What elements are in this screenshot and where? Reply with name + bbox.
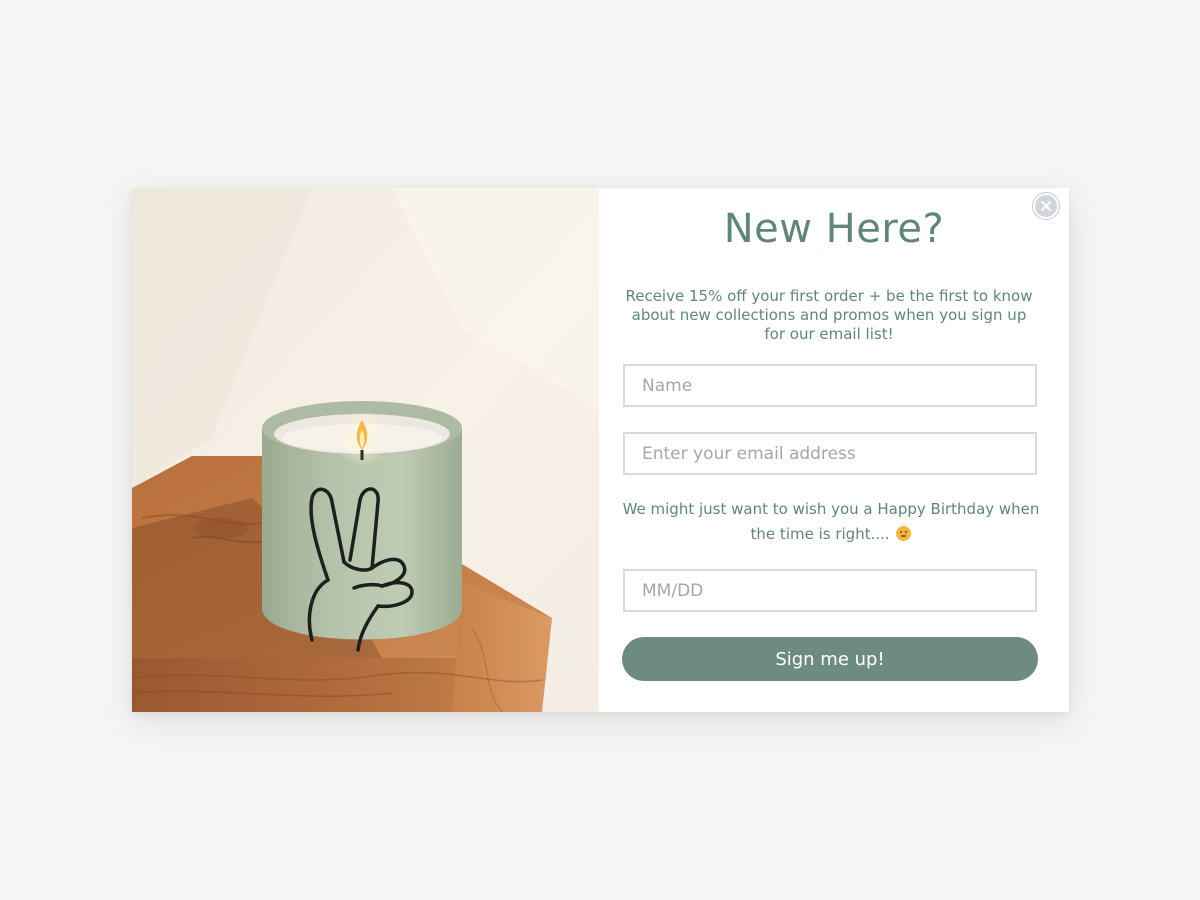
sign-up-button[interactable]: Sign me up! [622,637,1038,681]
name-input[interactable] [623,364,1037,407]
birthday-note-text: We might just want to wish you a Happy B… [622,500,1040,543]
shushing-face-icon [896,526,912,541]
hero-image [132,188,599,712]
email-input[interactable] [623,432,1037,475]
popup-title: New Here? [723,206,945,252]
birthday-input[interactable] [623,569,1037,612]
signup-form-panel: New Here? Receive 15% off your first ord… [599,188,1069,712]
intro-text: Receive 15% off your first order + be th… [625,287,1033,343]
signup-popup: New Here? Receive 15% off your first ord… [132,188,1069,712]
birthday-note: We might just want to wish you a Happy B… [619,497,1043,547]
